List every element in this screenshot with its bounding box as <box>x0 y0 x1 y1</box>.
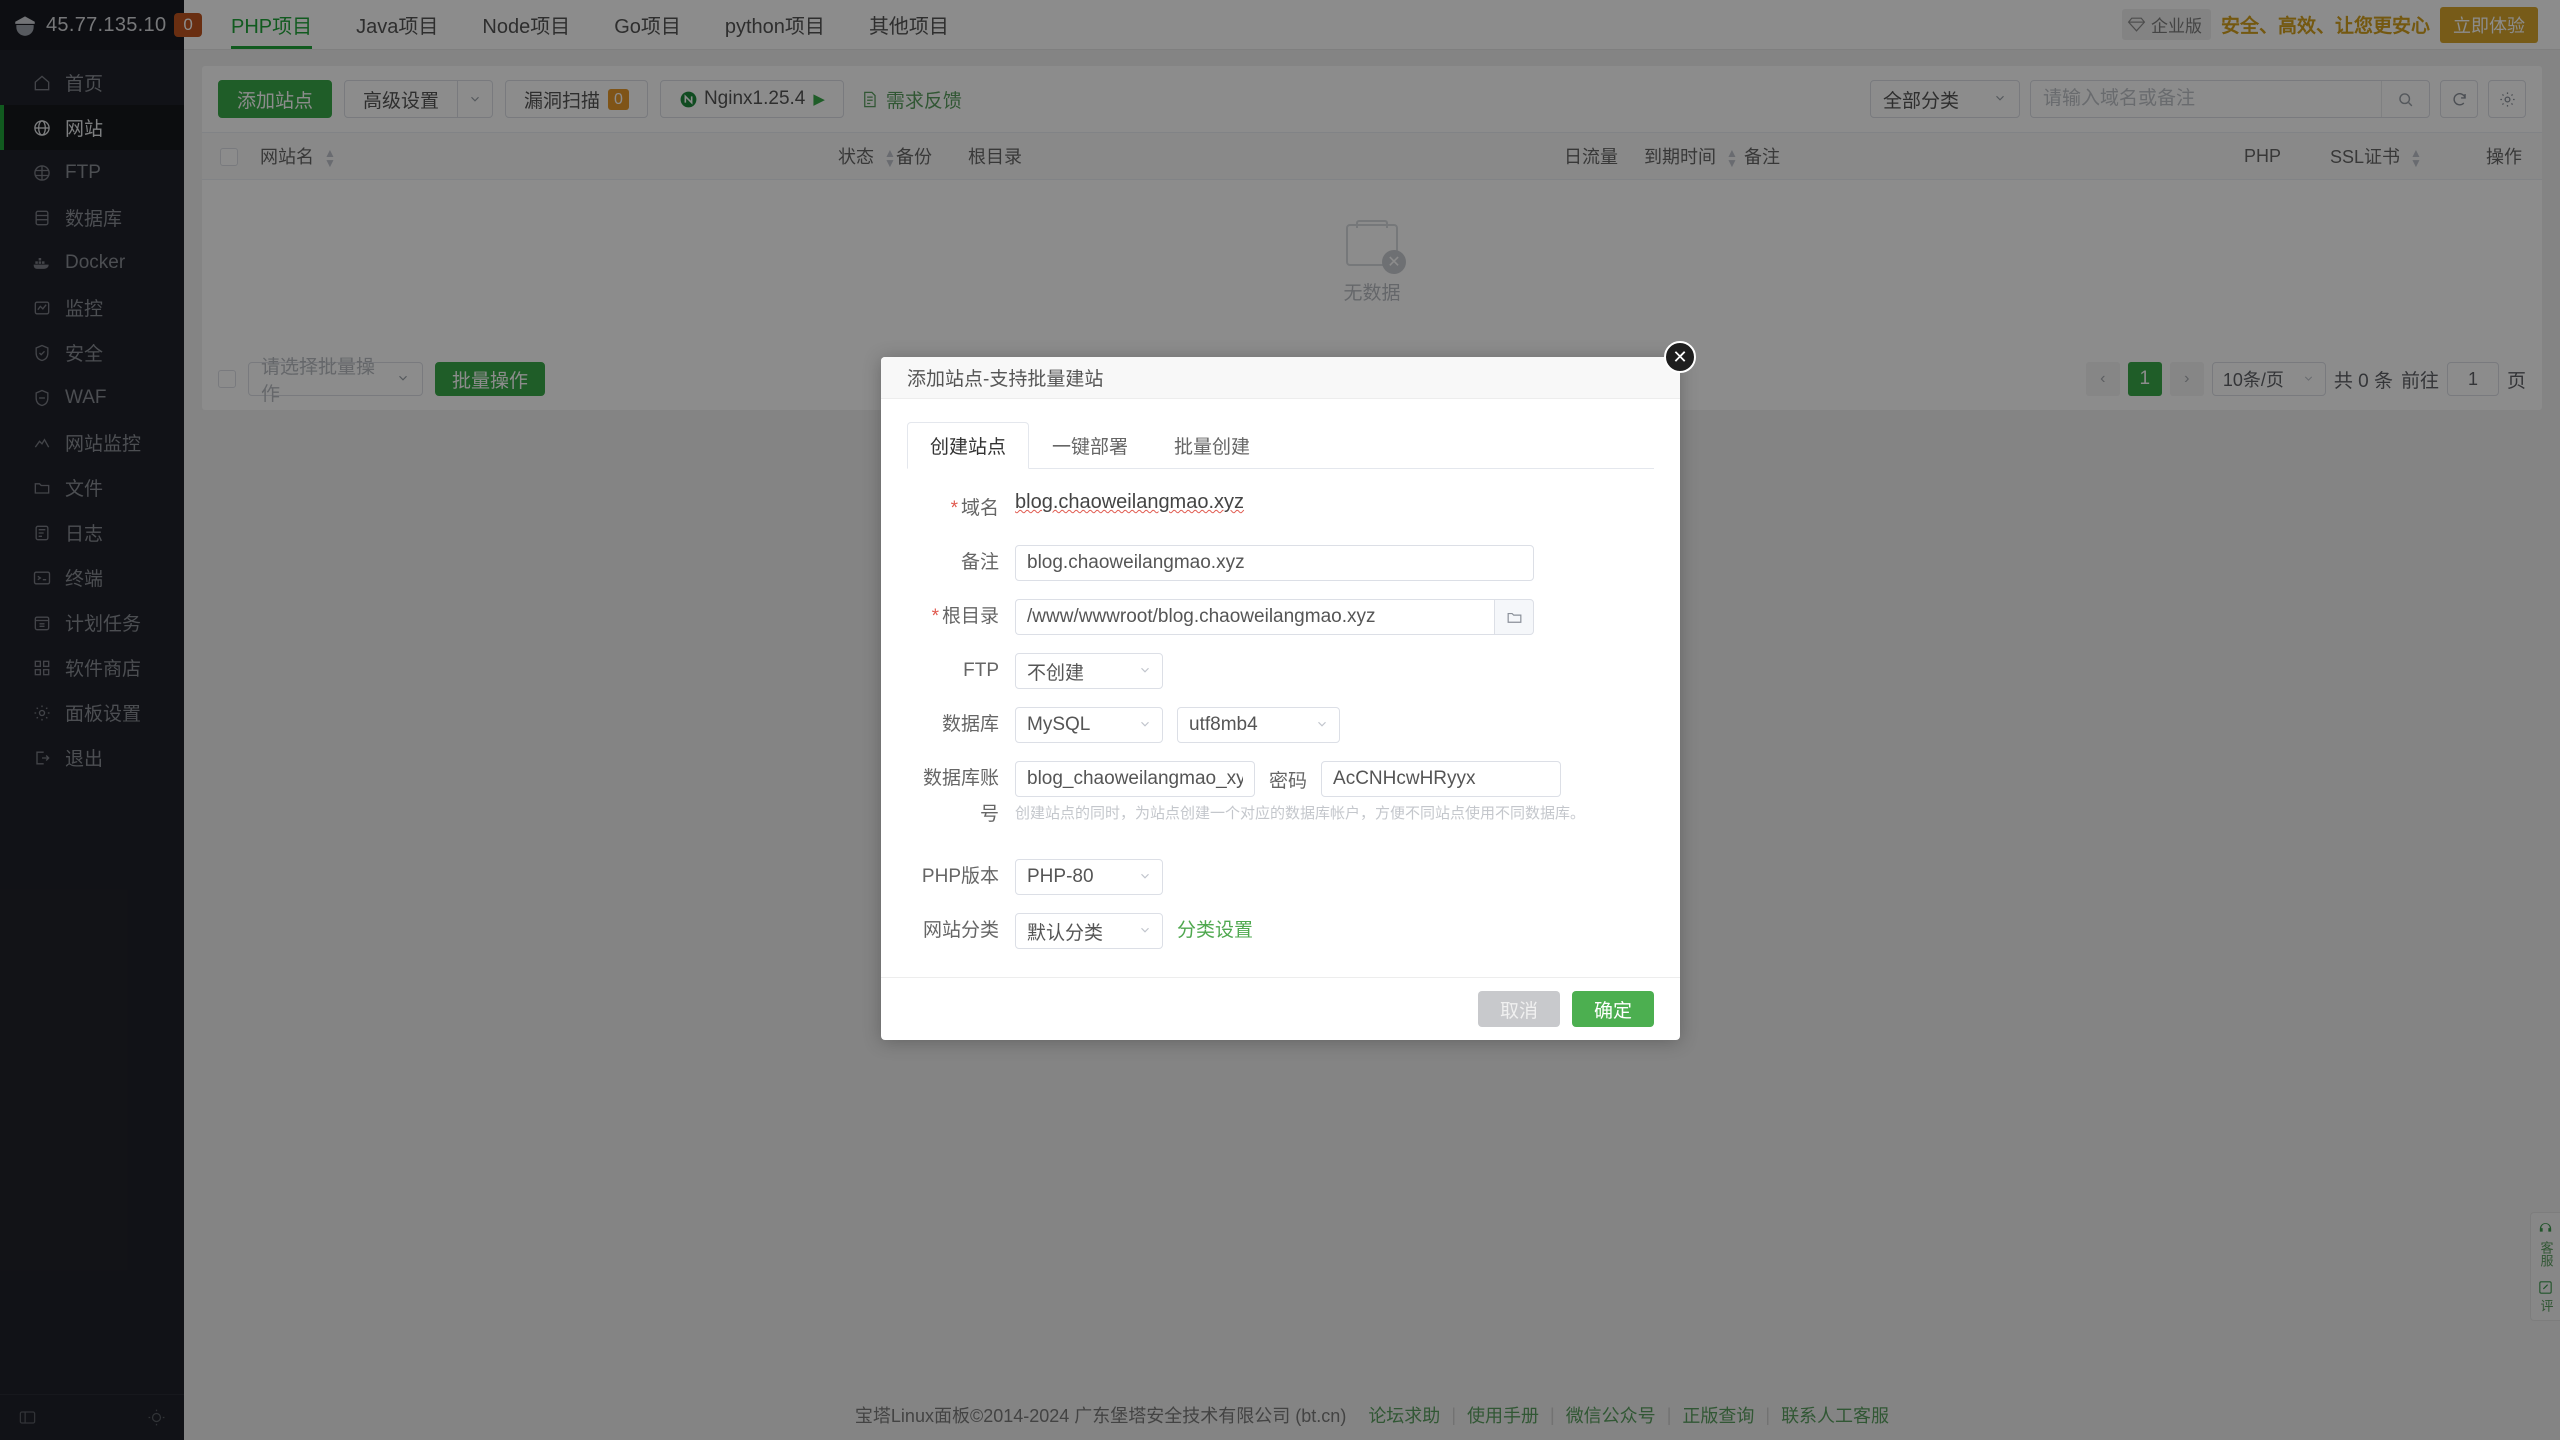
field-remark: 备注 <box>907 545 1654 581</box>
tab-label: 创建站点 <box>930 437 1006 458</box>
chevron-down-icon <box>1138 663 1152 680</box>
field-database: 数据库 MySQL utf8mb4 <box>907 707 1654 743</box>
modal-tabs: 创建站点 一键部署 批量创建 <box>907 421 1654 469</box>
label-text: 域名 <box>961 498 999 519</box>
field-db-account: 数据库账号 密码 创建站点的同时，为站点创建一个对应的数据库帐户，方便不同站点使… <box>907 761 1654 833</box>
database-control: MySQL utf8mb4 <box>1015 707 1654 743</box>
database-charset-value: utf8mb4 <box>1189 714 1258 736</box>
site-category-select[interactable]: 默认分类 <box>1015 913 1163 949</box>
site-category-control: 默认分类 分类设置 <box>1015 913 1654 949</box>
chevron-down-icon <box>1138 923 1152 940</box>
database-type-select[interactable]: MySQL <box>1015 707 1163 743</box>
db-account-control: 密码 创建站点的同时，为站点创建一个对应的数据库帐户，方便不同站点使用不同数据库… <box>1015 761 1654 824</box>
folder-icon <box>1505 608 1524 627</box>
label-text: 根目录 <box>942 606 999 627</box>
database-type-value: MySQL <box>1027 714 1090 736</box>
tab-label: 一键部署 <box>1052 437 1128 458</box>
php-version-value: PHP-80 <box>1027 866 1094 888</box>
modal-body: *域名 blog.chaoweilangmao.xyz 备注 *根目录 <box>881 469 1680 977</box>
close-icon[interactable]: ✕ <box>1664 341 1696 373</box>
tab-one-click-deploy[interactable]: 一键部署 <box>1029 422 1151 469</box>
db-account-label: 数据库账号 <box>907 761 1015 833</box>
domain-control: blog.chaoweilangmao.xyz <box>1015 491 1654 514</box>
chevron-down-icon <box>1138 717 1152 734</box>
php-version-label: PHP版本 <box>907 859 1015 895</box>
site-category-value: 默认分类 <box>1027 918 1103 945</box>
db-password-label: 密码 <box>1269 766 1307 793</box>
remark-label: 备注 <box>907 545 1015 581</box>
category-settings-link[interactable]: 分类设置 <box>1177 913 1253 949</box>
chevron-down-icon <box>1138 869 1152 886</box>
db-account-row: 密码 <box>1015 761 1654 797</box>
db-hint-text: 创建站点的同时，为站点创建一个对应的数据库帐户，方便不同站点使用不同数据库。 <box>1015 804 1654 824</box>
add-site-modal: ✕ 添加站点-支持批量建站 创建站点 一键部署 批量创建 *域名 blog.ch… <box>881 357 1680 1040</box>
ftp-control: 不创建 <box>1015 653 1654 689</box>
remark-control <box>1015 545 1654 581</box>
tab-create-site[interactable]: 创建站点 <box>907 422 1029 469</box>
confirm-button[interactable]: 确定 <box>1572 991 1654 1027</box>
modal-title: 添加站点-支持批量建站 <box>881 357 1680 399</box>
root-dir-input[interactable] <box>1015 599 1494 635</box>
field-root-dir: *根目录 <box>907 599 1654 635</box>
modal-footer: 取消 确定 <box>881 977 1680 1040</box>
field-domain: *域名 blog.chaoweilangmao.xyz <box>907 491 1654 527</box>
tab-batch-create[interactable]: 批量创建 <box>1151 422 1273 469</box>
folder-picker-button[interactable] <box>1494 599 1534 635</box>
field-php-version: PHP版本 PHP-80 <box>907 859 1654 895</box>
field-site-category: 网站分类 默认分类 分类设置 <box>907 913 1654 949</box>
ftp-select-value: 不创建 <box>1027 658 1084 685</box>
chevron-down-icon <box>1315 717 1329 734</box>
domain-input[interactable]: blog.chaoweilangmao.xyz <box>1015 491 1244 513</box>
root-dir-control <box>1015 599 1654 635</box>
cancel-button[interactable]: 取消 <box>1478 991 1560 1027</box>
tab-label: 批量创建 <box>1174 437 1250 458</box>
database-label: 数据库 <box>907 707 1015 743</box>
php-version-select[interactable]: PHP-80 <box>1015 859 1163 895</box>
db-password-input[interactable] <box>1321 761 1561 797</box>
domain-textarea-wrap: blog.chaoweilangmao.xyz <box>1015 491 1654 514</box>
site-category-label: 网站分类 <box>907 913 1015 949</box>
field-ftp: FTP 不创建 <box>907 653 1654 689</box>
database-charset-select[interactable]: utf8mb4 <box>1177 707 1340 743</box>
required-marker: * <box>932 606 939 627</box>
root-dir-input-group <box>1015 599 1534 635</box>
root-dir-label: *根目录 <box>907 599 1015 635</box>
db-username-input[interactable] <box>1015 761 1255 797</box>
php-version-control: PHP-80 <box>1015 859 1654 895</box>
ftp-select[interactable]: 不创建 <box>1015 653 1163 689</box>
domain-label: *域名 <box>907 491 1015 527</box>
remark-input[interactable] <box>1015 545 1534 581</box>
required-marker: * <box>951 498 958 519</box>
ftp-label: FTP <box>907 653 1015 689</box>
